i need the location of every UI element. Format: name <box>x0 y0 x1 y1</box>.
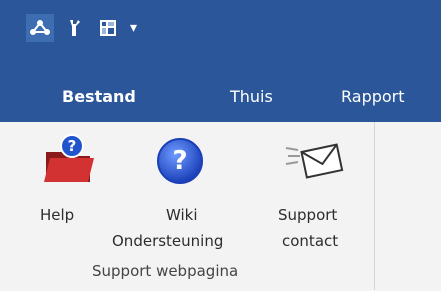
help-label: Help <box>40 206 75 224</box>
help-button[interactable]: ? Help <box>38 130 98 250</box>
quick-access-toolbar: ▾ <box>26 8 137 48</box>
help-folder-icon: ? <box>42 134 96 190</box>
dropdown-icon[interactable]: ▾ <box>130 20 137 36</box>
tab-thuis[interactable]: Thuis <box>230 74 273 122</box>
svg-text:?: ? <box>172 146 187 176</box>
question-circle-icon: ? <box>155 136 205 190</box>
svg-text:?: ? <box>68 137 77 155</box>
support-label-line2: contact <box>282 232 339 250</box>
grid-icon[interactable] <box>94 14 122 42</box>
wiki-label-line1: Wiki <box>166 206 198 224</box>
group-separator <box>374 122 375 290</box>
support-contact-button[interactable]: Support contact <box>270 130 370 260</box>
tab-bestand[interactable]: Bestand <box>62 74 136 122</box>
network-icon[interactable] <box>26 14 54 42</box>
support-label-line1: Support <box>278 206 338 224</box>
wiki-ondersteuning-button[interactable]: ? Wiki Ondersteuning <box>112 130 272 260</box>
envelope-icon <box>284 136 344 190</box>
wrench-icon[interactable] <box>60 14 88 42</box>
tab-rapport[interactable]: Rapport <box>341 74 405 122</box>
wiki-label-line2: Ondersteuning <box>112 232 224 250</box>
group-label: Support webpagina <box>92 262 239 280</box>
